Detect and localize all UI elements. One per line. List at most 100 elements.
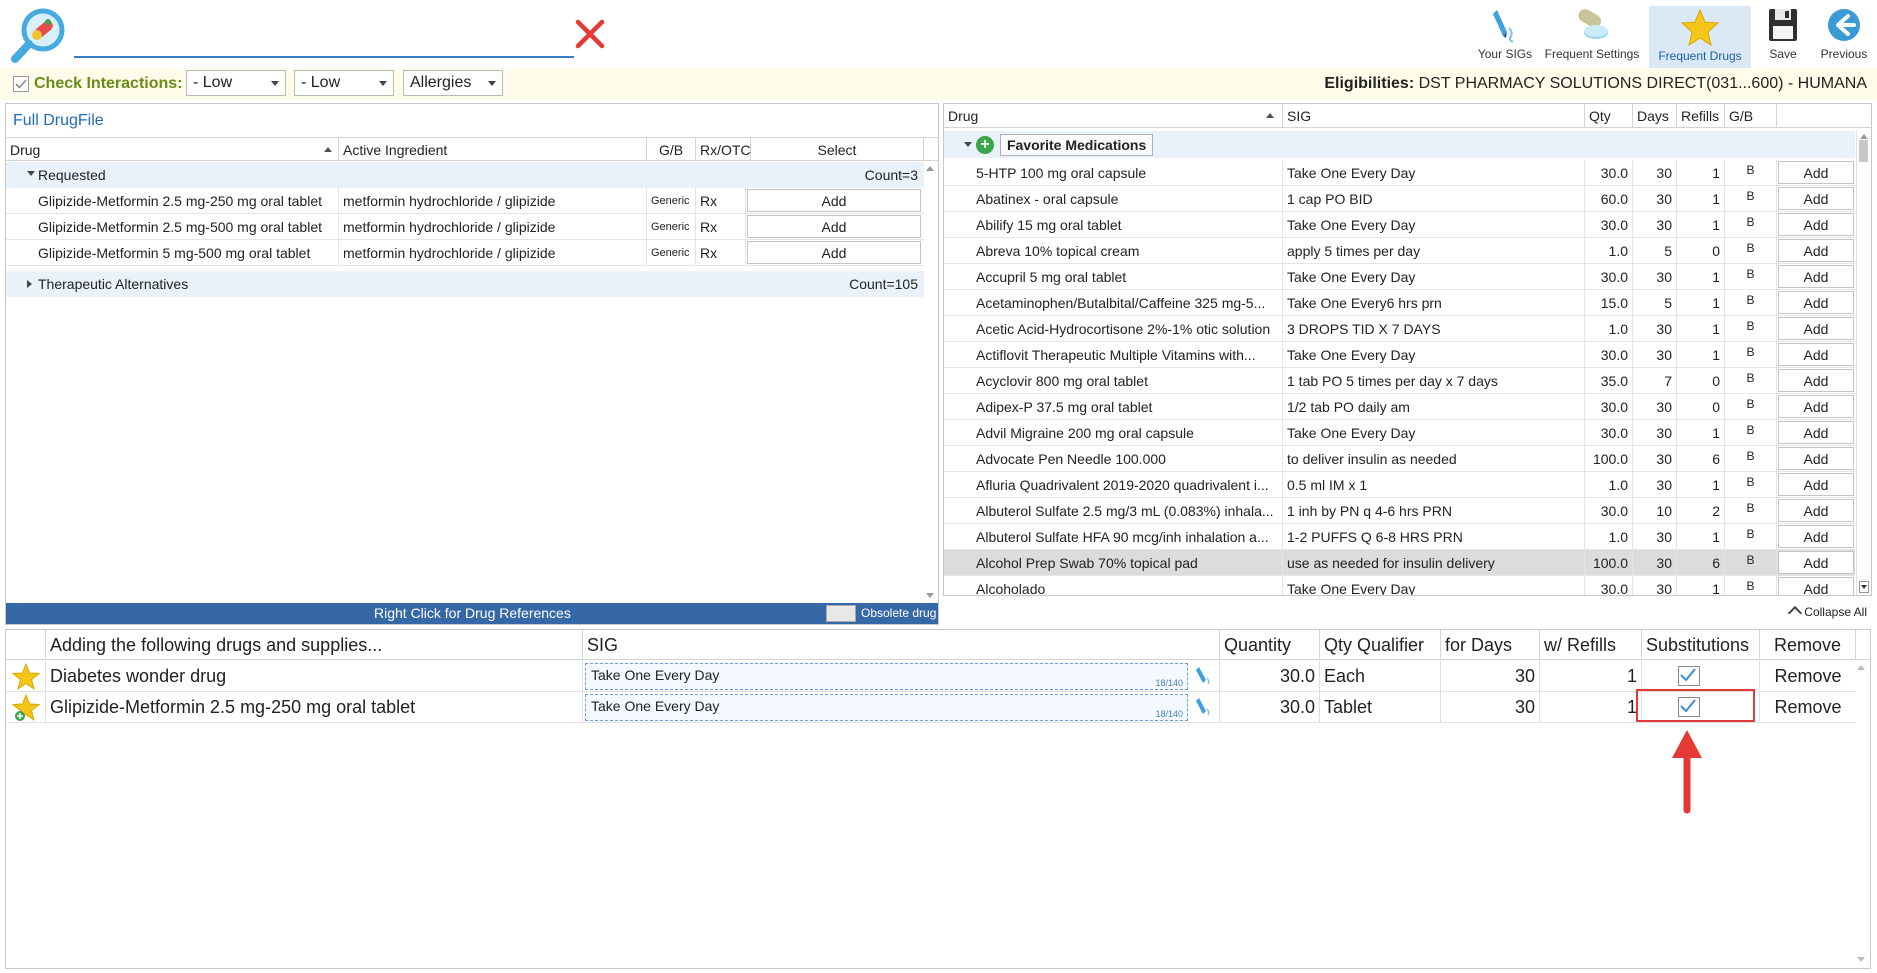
chevron-down-icon	[488, 81, 496, 86]
col-header-active-ingredient[interactable]: Active Ingredient	[339, 138, 647, 161]
remove-button[interactable]: Remove	[1760, 692, 1856, 722]
group-therapeutic-alternatives[interactable]: Therapeutic Alternatives Count=105	[6, 271, 924, 297]
frequent-settings-button[interactable]: Frequent Settings	[1544, 4, 1640, 64]
add-button[interactable]: Add	[1778, 161, 1854, 184]
add-button[interactable]: Add	[1778, 473, 1854, 496]
check-interactions-checkbox[interactable]	[13, 76, 29, 92]
save-button[interactable]: Save	[1758, 4, 1808, 64]
list-item[interactable]: Actiflovit Therapeutic Multiple Vitamins…	[944, 342, 1855, 368]
clear-search-icon[interactable]	[572, 16, 608, 52]
previous-button[interactable]: Previous	[1816, 4, 1872, 64]
allergies-dropdown[interactable]: Allergies	[403, 70, 503, 96]
scroll-up-icon[interactable]	[926, 166, 934, 171]
col-header-sig[interactable]: SIG	[583, 630, 1220, 660]
table-row[interactable]: Glipizide-Metformin 5 mg-500 mg oral tab…	[6, 240, 924, 266]
add-button[interactable]: Add	[1778, 395, 1854, 418]
group-favorite-medications[interactable]: + Favorite Medications	[944, 131, 1855, 158]
col-header-qty[interactable]: Qty	[1585, 104, 1633, 127]
add-button[interactable]: Add	[1778, 317, 1854, 340]
add-button[interactable]: Add	[747, 189, 921, 212]
col-header-rxotc[interactable]: Rx/OTC	[696, 138, 751, 161]
col-header-refills[interactable]: w/ Refills	[1540, 630, 1642, 660]
add-button[interactable]: Add	[1778, 499, 1854, 522]
col-header-days[interactable]: Days	[1633, 104, 1677, 127]
list-item[interactable]: Abatinex - oral capsule 1 cap PO BID 60.0 3…	[944, 186, 1855, 212]
list-item[interactable]: Acetaminophen/Butalbital/Caffeine 325 mg…	[944, 290, 1855, 316]
checkmark-icon	[15, 79, 27, 89]
drug-search-input[interactable]	[74, 20, 574, 54]
full-drugfile-link[interactable]: Full DrugFile	[13, 112, 104, 130]
sig-input[interactable]: Take One Every Day 18/140	[585, 663, 1188, 690]
collapse-all-button[interactable]: Collapse All	[1788, 605, 1867, 621]
table-row[interactable]: Glipizide-Metformin 2.5 mg-500 mg oral t…	[6, 214, 924, 240]
add-button[interactable]: Add	[1778, 525, 1854, 548]
add-button[interactable]: Add	[1778, 577, 1854, 595]
col-header-drug[interactable]: Drug	[944, 104, 1283, 127]
table-row[interactable]: Glipizide-Metformin 2.5 mg-250 mg oral t…	[6, 692, 1856, 723]
list-item[interactable]: Acetic Acid-Hydrocortisone 2%-1% otic so…	[944, 316, 1855, 342]
add-button[interactable]: Add	[1778, 551, 1854, 574]
col-header-quantity[interactable]: Quantity	[1220, 630, 1320, 660]
add-button[interactable]: Add	[1778, 239, 1854, 262]
add-button[interactable]: Add	[747, 215, 921, 238]
scroll-down-icon[interactable]	[1859, 581, 1869, 593]
table-row[interactable]: Diabetes wonder drug Take One Every Day …	[6, 661, 1856, 692]
add-button[interactable]: Add	[1778, 369, 1854, 392]
list-item[interactable]: Afluria Quadrivalent 2019-2020 quadrival…	[944, 472, 1855, 498]
scroll-thumb[interactable]	[1859, 140, 1868, 162]
group-requested[interactable]: Requested Count=3	[6, 162, 924, 188]
left-scrollbar[interactable]	[923, 162, 937, 602]
table-row[interactable]: Glipizide-Metformin 2.5 mg-250 mg oral t…	[6, 188, 924, 214]
drug-reference-bar: Right Click for Drug References Obsolete…	[6, 603, 938, 624]
col-header-gb[interactable]: G/B	[1725, 104, 1777, 127]
add-button[interactable]: Add	[1778, 421, 1854, 444]
sig-pen-icon[interactable]	[1193, 665, 1215, 687]
list-item[interactable]: Alcohol Prep Swab 70% topical pad use as …	[944, 550, 1855, 576]
favorite-star-add-icon[interactable]	[12, 694, 40, 722]
list-item[interactable]: Accupril 5 mg oral tablet Take One Every …	[944, 264, 1855, 290]
sig-input[interactable]: Take One Every Day 18/140	[585, 694, 1188, 721]
list-item[interactable]: Abreva 10% topical cream apply 5 times pe…	[944, 238, 1855, 264]
list-item[interactable]: Acyclovir 800 mg oral tablet 1 tab PO 5 t…	[944, 368, 1855, 394]
substitutions-checkbox[interactable]	[1678, 666, 1700, 686]
list-item[interactable]: Abilify 15 mg oral tablet Take One Every …	[944, 212, 1855, 238]
add-button[interactable]: Add	[1778, 343, 1854, 366]
add-favorite-icon[interactable]: +	[976, 136, 994, 154]
add-button[interactable]: Add	[1778, 213, 1854, 236]
add-button[interactable]: Add	[1778, 187, 1854, 210]
col-header-drug[interactable]: Drug	[6, 138, 339, 161]
severity-dropdown-2[interactable]: - Low	[294, 70, 394, 96]
col-header-refills[interactable]: Refills	[1677, 104, 1725, 127]
list-item[interactable]: Alcoholado Take One Every Day 30.0 30 1 B Add	[944, 576, 1855, 595]
sort-asc-icon	[324, 147, 332, 152]
col-header-select[interactable]: Select	[751, 138, 924, 161]
col-header-drug[interactable]: Adding the following drugs and supplies.…	[46, 630, 583, 660]
list-item[interactable]: Albuterol Sulfate 2.5 mg/3 mL (0.083%) i…	[944, 498, 1855, 524]
severity-dropdown-1[interactable]: - Low	[186, 70, 286, 96]
list-item[interactable]: Albuterol Sulfate HFA 90 mcg/inh inhalat…	[944, 524, 1855, 550]
right-scrollbar[interactable]	[1856, 130, 1870, 595]
sig-pen-icon[interactable]	[1193, 696, 1215, 718]
col-header-substitutions[interactable]: Substitutions	[1642, 630, 1760, 660]
scroll-up-icon[interactable]	[1857, 665, 1865, 670]
list-item[interactable]: Advil Migraine 200 mg oral capsule Take O…	[944, 420, 1855, 446]
col-header-qty-qualifier[interactable]: Qty Qualifier	[1320, 630, 1441, 660]
remove-button[interactable]: Remove	[1760, 661, 1856, 691]
favorite-star-icon[interactable]	[12, 663, 40, 691]
add-button[interactable]: Add	[1778, 291, 1854, 314]
frequent-drugs-button[interactable]: Frequent Drugs	[1649, 6, 1751, 68]
col-header-gb[interactable]: G/B	[647, 138, 696, 161]
scroll-up-icon[interactable]	[1860, 134, 1868, 139]
scroll-down-icon[interactable]	[1857, 957, 1865, 962]
add-button[interactable]: Add	[1778, 265, 1854, 288]
list-item[interactable]: 5-HTP 100 mg oral capsule Take One Every …	[944, 160, 1855, 186]
col-header-sig[interactable]: SIG	[1283, 104, 1585, 127]
list-item[interactable]: Adipex-P 37.5 mg oral tablet 1/2 tab PO d…	[944, 394, 1855, 420]
scroll-down-icon[interactable]	[926, 593, 934, 598]
bottom-scrollbar[interactable]	[1854, 661, 1868, 966]
your-sigs-button[interactable]: Your SIGs	[1476, 4, 1534, 64]
add-button[interactable]: Add	[747, 241, 921, 264]
list-item[interactable]: Advocate Pen Needle 100.000 to deliver in…	[944, 446, 1855, 472]
add-button[interactable]: Add	[1778, 447, 1854, 470]
col-header-for-days[interactable]: for Days	[1441, 630, 1540, 660]
